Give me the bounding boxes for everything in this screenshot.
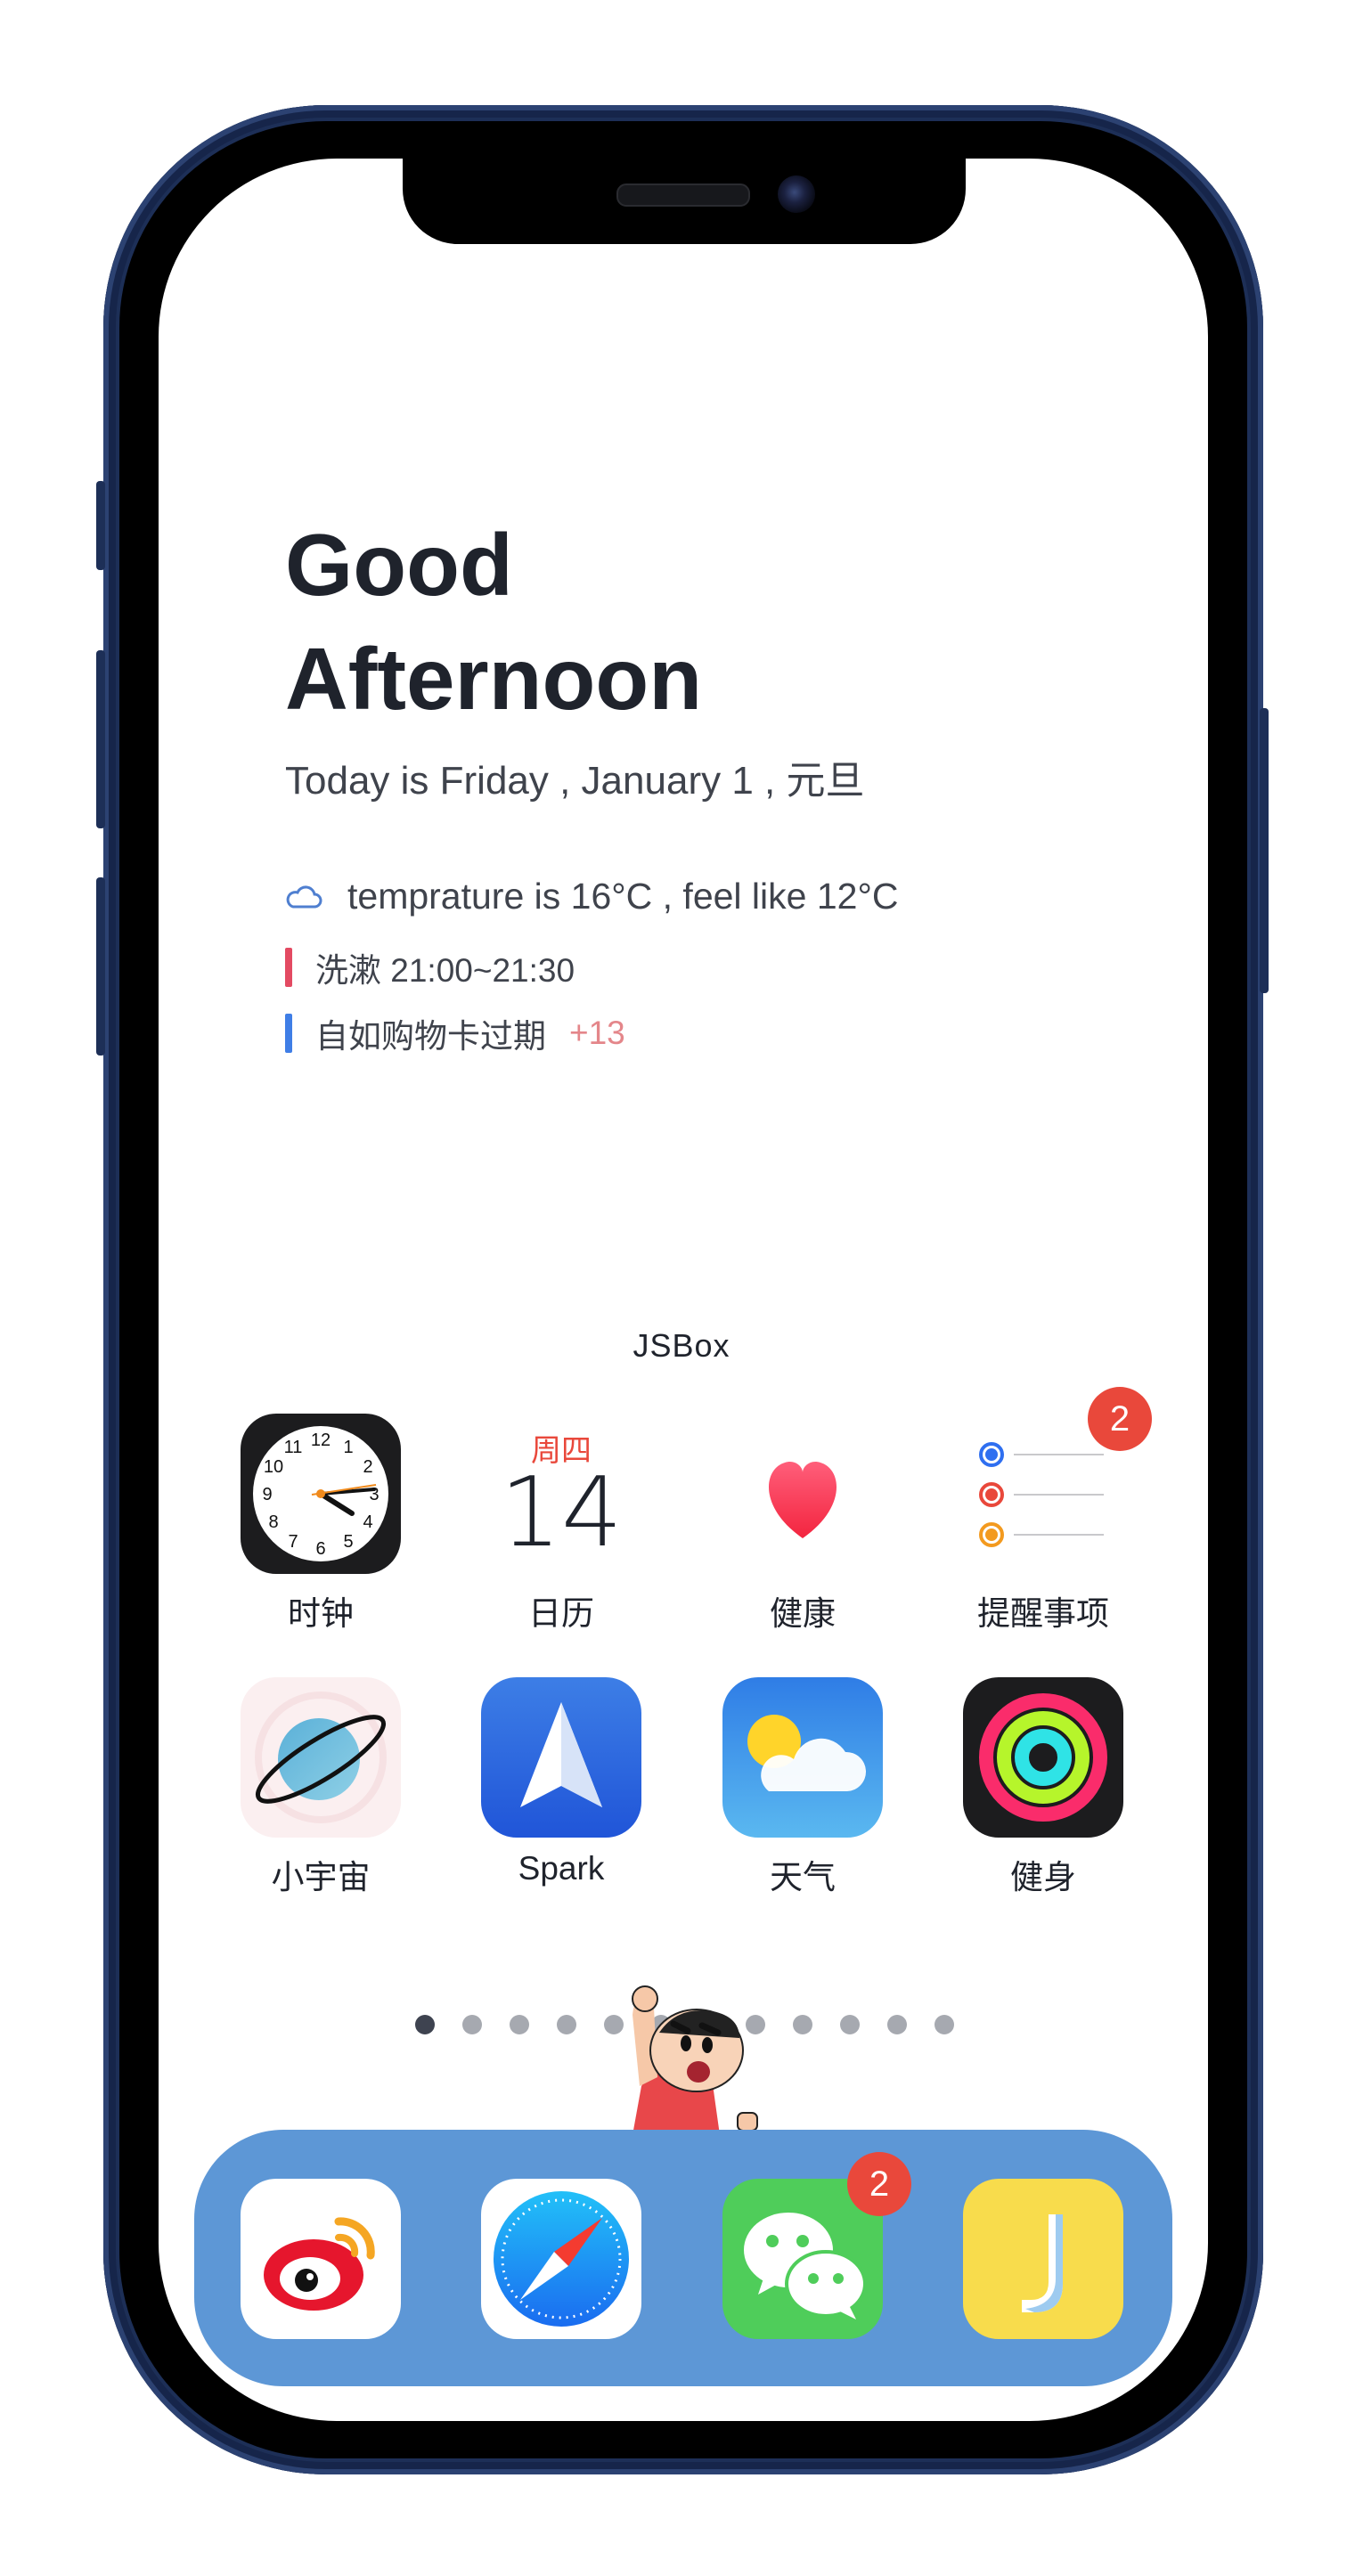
volume-up-button [96, 650, 105, 828]
app-weather[interactable]: 天气 [722, 1677, 883, 1898]
greeting-title: Good Afternoon [285, 508, 998, 736]
svg-text:6: 6 [315, 1539, 325, 1559]
widget-name-label: JSBox [633, 1327, 730, 1364]
app-label: 小宇宙 [271, 1859, 371, 1895]
app-health[interactable]: 健康 [722, 1414, 883, 1634]
svg-text:9: 9 [262, 1485, 272, 1504]
front-camera [778, 175, 815, 213]
app-clock[interactable]: 12 1 2 345 678 9 10 11 时钟 [241, 1414, 401, 1634]
health-heart-icon [722, 1414, 883, 1574]
calendar-day: 14 [500, 1457, 623, 1569]
app-xiaoyuzhou[interactable]: 小宇宙 [241, 1677, 401, 1898]
date-text: Today is Friday , January 1 , 元旦 [285, 759, 865, 803]
event-item[interactable]: 自如购物卡过期 +13 [285, 1014, 625, 1055]
app-label: 日历 [528, 1595, 594, 1632]
earpiece-speaker [616, 183, 750, 207]
j-app-icon [1022, 2214, 1063, 2312]
event-text: 洗漱 21:00~21:30 [315, 952, 575, 989]
app-reminders[interactable]: 2 提醒事项 [963, 1387, 1152, 1634]
weather-icon [722, 1677, 883, 1838]
activity-rings-icon [963, 1677, 1123, 1838]
cartoon-character-sticker [632, 1985, 758, 2135]
svg-text:5: 5 [343, 1532, 353, 1552]
svg-text:1: 1 [343, 1438, 353, 1457]
weather-text: temprature is 16°C , feel like 12°C [347, 875, 899, 917]
app-label: 健康 [770, 1595, 836, 1632]
page-dot[interactable] [887, 2015, 907, 2034]
page-dot-active[interactable] [415, 2015, 435, 2034]
dock-app-safari[interactable] [481, 2179, 641, 2339]
dock-app-wechat[interactable]: 2 [722, 2152, 911, 2339]
calendar-icon: 周四 14 [481, 1414, 641, 1574]
page-dot[interactable] [557, 2015, 576, 2034]
weather-row: temprature is 16°C , feel like 12°C [285, 873, 898, 919]
page-dot[interactable] [793, 2015, 812, 2034]
svg-text:12: 12 [311, 1431, 331, 1450]
svg-text:10: 10 [264, 1457, 283, 1477]
greeting-line-1: Good [285, 516, 513, 614]
event-text: 自如购物卡过期 [315, 1018, 546, 1055]
svg-text:7: 7 [288, 1532, 298, 1552]
svg-text:8: 8 [268, 1512, 278, 1532]
app-label: Spark [518, 1850, 605, 1887]
dock-app-j[interactable] [963, 2179, 1123, 2339]
power-button [1260, 708, 1269, 993]
clock-icon: 12 1 2 345 678 9 10 11 [241, 1414, 401, 1574]
svg-text:11: 11 [284, 1438, 303, 1457]
page-dot[interactable] [840, 2015, 860, 2034]
volume-down-button [96, 877, 105, 1056]
page-dot[interactable] [462, 2015, 482, 2034]
event-item[interactable]: 洗漱 21:00~21:30 [285, 948, 575, 989]
app-label: 天气 [770, 1859, 836, 1895]
weibo-icon [264, 2217, 375, 2311]
dock-app-weibo[interactable] [241, 2179, 401, 2339]
page-dot[interactable] [935, 2015, 954, 2034]
app-label: 时钟 [288, 1595, 354, 1632]
event-color-bar [285, 948, 292, 987]
paper-plane-icon [481, 1677, 641, 1838]
svg-text:2: 2 [363, 1457, 372, 1477]
greeting-line-2: Afternoon [285, 630, 703, 728]
app-label: 健身 [1010, 1859, 1076, 1895]
reminders-icon: 2 [963, 1387, 1152, 1574]
app-calendar[interactable]: 周四 14 日历 [481, 1414, 641, 1634]
app-spark[interactable]: Spark [481, 1677, 641, 1887]
notification-badge: 2 [1088, 1387, 1152, 1451]
page-dot[interactable] [510, 2015, 529, 2034]
safari-compass-icon [494, 2191, 629, 2327]
cloud-icon [286, 885, 322, 909]
notification-badge: 2 [847, 2152, 911, 2216]
app-label: 提醒事项 [977, 1595, 1109, 1632]
planet-icon [241, 1677, 401, 1838]
silent-switch [96, 481, 105, 570]
svg-text:4: 4 [363, 1512, 372, 1532]
event-extra-count: +13 [569, 1015, 625, 1051]
event-color-bar [285, 1014, 292, 1053]
app-fitness[interactable]: 健身 [963, 1677, 1123, 1898]
